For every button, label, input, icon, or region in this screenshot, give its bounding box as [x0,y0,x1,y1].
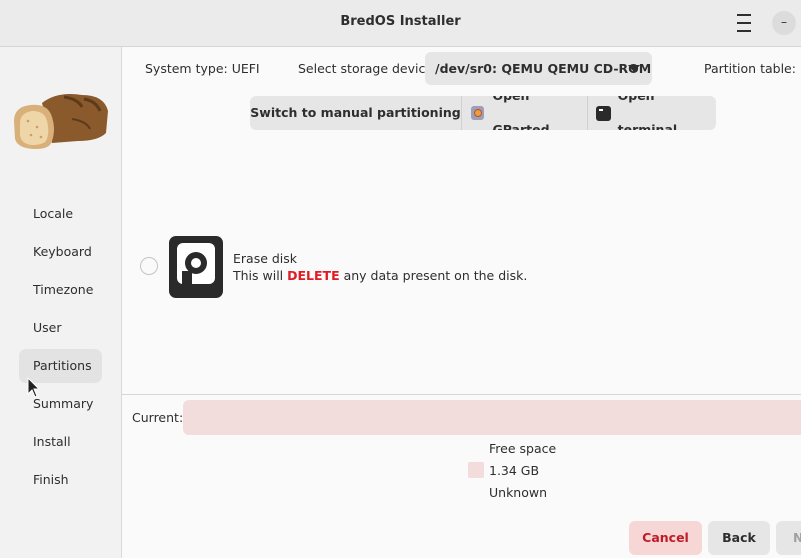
manual-partitioning-label: Switch to manual partitioning [250,105,461,120]
cancel-button[interactable]: Cancel [629,521,702,555]
selected-device-value: /dev/sr0: QEMU QEMU CD-ROM [435,61,652,76]
sidebar-item-finish[interactable]: Finish [19,463,102,497]
gparted-icon [471,106,485,120]
menu-icon[interactable] [733,14,755,32]
legend-partition-fs: Unknown [489,485,548,500]
erase-disk-radio[interactable] [140,257,158,275]
sidebar: Locale Keyboard Timezone User Partitions… [0,47,122,558]
manual-partitioning-button[interactable]: Switch to manual partitioning [250,96,462,130]
legend-partition-size: 1.34 GB [489,463,540,478]
sidebar-item-install[interactable]: Install [19,425,102,459]
sidebar-item-locale[interactable]: Locale [19,197,102,231]
mouse-pointer-icon [27,377,41,398]
select-device-label: Select storage device: [298,61,438,76]
sidebar-item-keyboard[interactable]: Keyboard [19,235,102,269]
section-divider [122,394,801,395]
terminal-icon [596,105,611,121]
window-title: BredOS Installer [340,14,461,29]
erase-disk-description: This will DELETE any data present on the… [233,268,527,283]
current-partition-bar [183,400,801,435]
erase-desc-pre: This will [233,268,288,283]
erase-desc-post: any data present on the disk. [339,268,528,283]
next-button[interactable]: N [776,521,801,555]
title-bar: BredOS Installer – [0,0,801,47]
erase-disk-title: Erase disk [233,251,298,266]
chevron-down-icon [628,65,640,72]
storage-device-select[interactable]: /dev/sr0: QEMU QEMU CD-ROM [425,52,652,85]
minimize-button[interactable]: – [772,11,796,35]
legend-color-swatch [468,462,484,478]
system-type-label: System type: UEFI [145,61,260,76]
open-gparted-label: Open GParted [492,96,550,130]
partition-table-label: Partition table: No [704,61,801,76]
open-terminal-label: Open terminal [617,96,678,130]
legend-partition-name: Free space [489,441,557,456]
bread-logo-icon [14,94,108,149]
partition-actions: Switch to manual partitioning Open GPart… [250,96,716,130]
delete-warning: DELETE [287,268,340,283]
disk-drive-icon [169,236,223,298]
open-terminal-button[interactable]: Open terminal [588,96,716,130]
sidebar-item-user[interactable]: User [19,311,102,345]
open-gparted-button[interactable]: Open GParted [462,96,588,130]
current-label: Current: [132,410,184,425]
back-button[interactable]: Back [708,521,770,555]
sidebar-item-timezone[interactable]: Timezone [19,273,102,307]
